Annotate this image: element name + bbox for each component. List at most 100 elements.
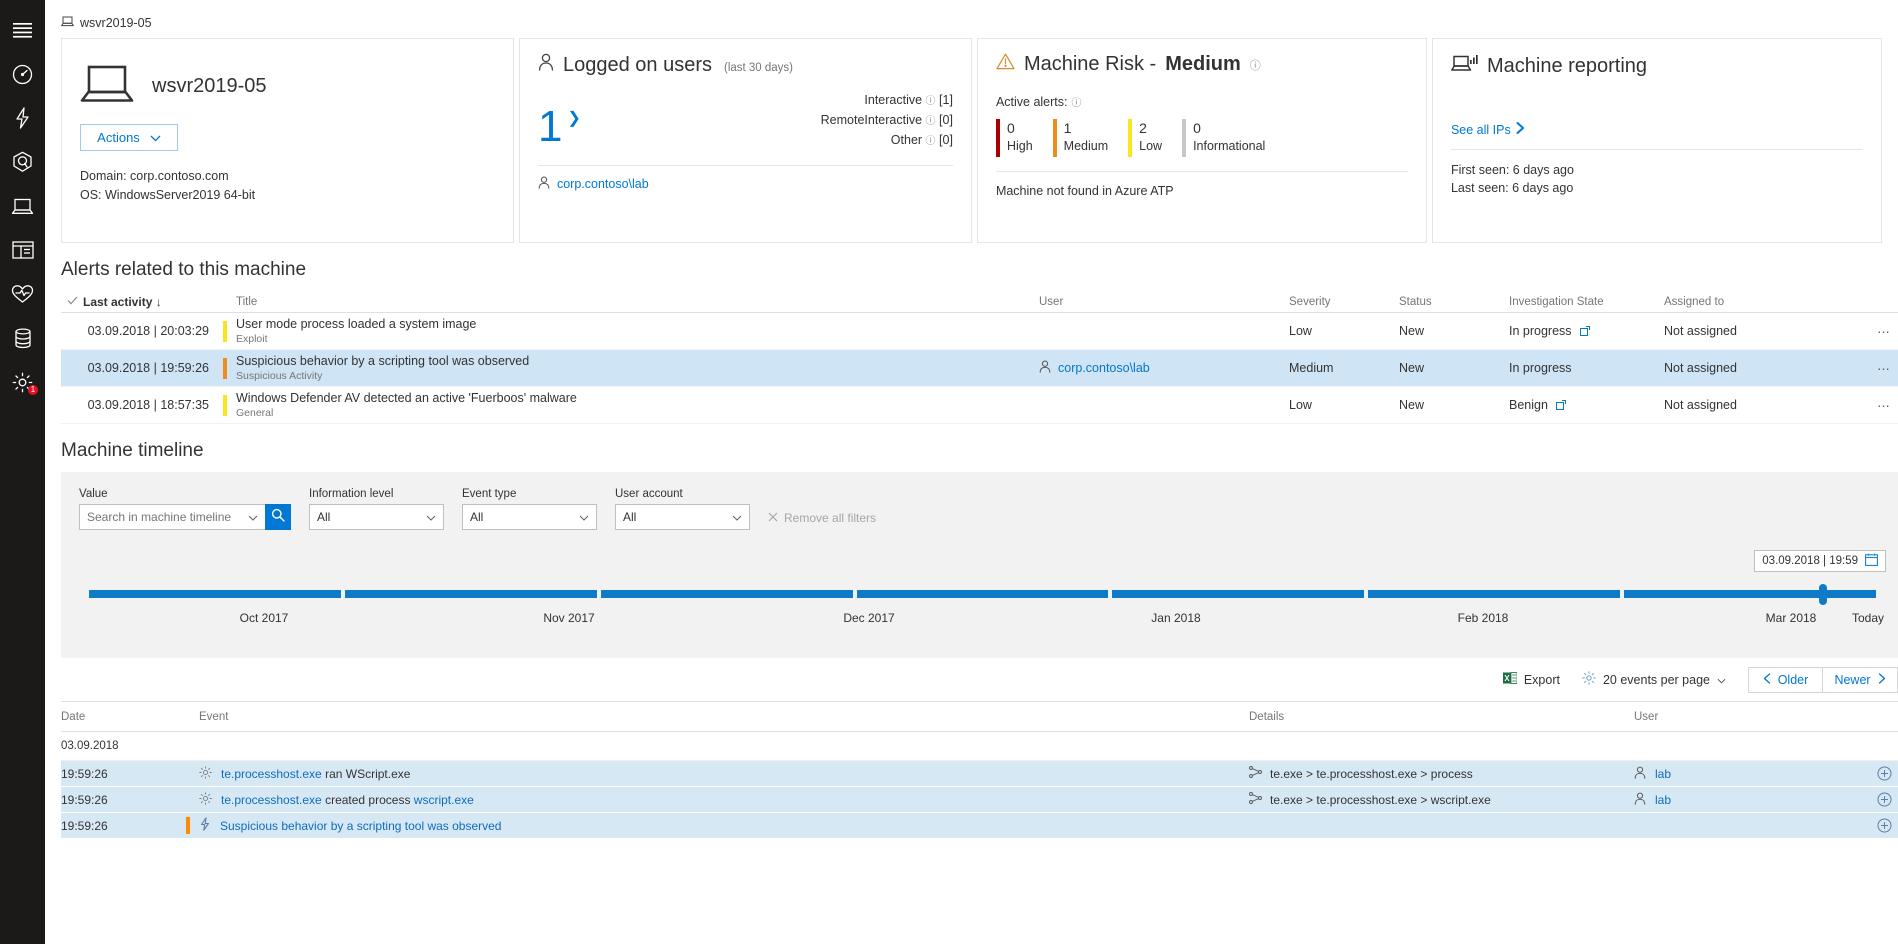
user-account-value: All bbox=[623, 510, 636, 524]
event-details-cell: te.exe > te.processhost.exe > process bbox=[1249, 766, 1634, 781]
timeline-month-label: Mar 2018 bbox=[1766, 611, 1817, 625]
export-button[interactable]: Export bbox=[1503, 671, 1560, 688]
sidebar-item-incidents[interactable] bbox=[0, 96, 45, 140]
event-row[interactable]: 19:59:26 te.processhost.exe created proc… bbox=[61, 787, 1898, 813]
event-process-link[interactable]: te.processhost.exe bbox=[221, 793, 322, 807]
left-nav-rail: 1 bbox=[0, 0, 45, 944]
event-row[interactable]: 19:59:26 Suspicious behavior by a script… bbox=[61, 813, 1898, 839]
column-user[interactable]: User bbox=[1634, 711, 1864, 723]
sidebar-item-hamburger-menu[interactable] bbox=[0, 8, 45, 52]
timeline-toolbar: Export 20 events per page bbox=[61, 658, 1898, 702]
search-input[interactable]: Search in machine timeline bbox=[79, 504, 266, 530]
alert-investigation-state[interactable]: In progress bbox=[1509, 324, 1664, 339]
column-last-activity[interactable]: Last activity ↓ bbox=[83, 295, 223, 309]
information-level-label: Information level bbox=[309, 488, 444, 500]
machine-reporting-card: Machine reporting See all IPs First seen… bbox=[1432, 38, 1882, 243]
event-target-link[interactable]: wscript.exe bbox=[414, 793, 474, 807]
timeline-slider-thumb[interactable] bbox=[1819, 584, 1827, 605]
info-icon[interactable]: ⓘ bbox=[926, 96, 936, 107]
event-time: 19:59:26 bbox=[61, 793, 186, 807]
alert-title[interactable]: Windows Defender AV detected an active '… bbox=[236, 391, 1039, 406]
row-more-actions-button[interactable]: ⋯ bbox=[1864, 324, 1898, 339]
sidebar-item-reports[interactable] bbox=[0, 228, 45, 272]
remove-all-filters-button[interactable]: Remove all filters bbox=[768, 511, 876, 530]
logged-on-users-count-wrap[interactable]: 1 ❯ bbox=[538, 87, 581, 151]
info-icon[interactable]: ⓘ bbox=[1072, 94, 1082, 109]
event-alert-link[interactable]: Suspicious behavior by a scripting tool … bbox=[220, 819, 501, 833]
alert-investigation-state[interactable]: Benign bbox=[1509, 398, 1664, 413]
table-row[interactable]: 03.09.2018 | 19:59:26 Suspicious behavio… bbox=[61, 350, 1898, 387]
event-type-filter: Event type All bbox=[462, 488, 597, 530]
event-type-select[interactable]: All bbox=[462, 504, 597, 530]
risk-bucket-informational[interactable]: 0 Informational bbox=[1182, 119, 1285, 157]
logged-on-user-link[interactable]: corp.contoso\lab bbox=[538, 176, 953, 192]
event-process-link[interactable]: te.processhost.exe bbox=[221, 767, 322, 781]
table-row[interactable]: 03.09.2018 | 18:57:35 Windows Defender A… bbox=[61, 387, 1898, 424]
search-input-placeholder: Search in machine timeline bbox=[87, 510, 231, 524]
newer-button[interactable]: Newer bbox=[1823, 667, 1898, 693]
severity-bar-low bbox=[1128, 119, 1132, 157]
timeline-month-label: Today bbox=[1852, 611, 1884, 625]
alert-title[interactable]: Suspicious behavior by a scripting tool … bbox=[236, 354, 1039, 369]
event-user-cell: lab bbox=[1634, 766, 1864, 782]
risk-bucket-high[interactable]: 0 High bbox=[996, 119, 1053, 157]
actions-button[interactable]: Actions bbox=[80, 124, 178, 151]
timeline-month-labels: Oct 2017 Nov 2017 Dec 2017 Jan 2018 Feb … bbox=[79, 611, 1886, 629]
timeline-date-chip[interactable]: 03.09.2018 | 19:59 bbox=[1754, 550, 1886, 572]
breadcrumb-label[interactable]: wsvr2019-05 bbox=[80, 16, 152, 30]
table-row[interactable]: 03.09.2018 | 20:03:29 User mode process … bbox=[61, 313, 1898, 350]
column-title[interactable]: Title bbox=[223, 296, 1039, 308]
expand-row-button[interactable] bbox=[1864, 792, 1898, 807]
info-icon[interactable]: ⓘ bbox=[926, 116, 936, 127]
user-account-select[interactable]: All bbox=[615, 504, 750, 530]
sidebar-item-machines-list[interactable] bbox=[0, 184, 45, 228]
event-user-link[interactable]: lab bbox=[1655, 793, 1671, 807]
column-assigned-to[interactable]: Assigned to bbox=[1664, 296, 1864, 308]
laptop-icon bbox=[80, 63, 134, 110]
events-table-header: Date Event Details User bbox=[61, 702, 1898, 732]
event-details-text: te.exe > te.processhost.exe > wscript.ex… bbox=[1270, 793, 1491, 807]
timeline-segment bbox=[601, 590, 853, 598]
divider bbox=[1451, 149, 1863, 150]
stat-other-value: [0] bbox=[939, 133, 953, 147]
last-seen: Last seen: 6 days ago bbox=[1451, 179, 1863, 197]
alert-status: New bbox=[1399, 361, 1509, 375]
pagination: Older Newer bbox=[1748, 667, 1898, 693]
column-event[interactable]: Event bbox=[186, 711, 1249, 723]
sidebar-item-management[interactable] bbox=[0, 316, 45, 360]
see-all-ips-link[interactable]: See all IPs bbox=[1451, 122, 1863, 137]
column-status[interactable]: Status bbox=[1399, 296, 1509, 308]
column-date[interactable]: Date bbox=[61, 711, 186, 723]
alerts-section-title: Alerts related to this machine bbox=[45, 243, 1898, 291]
expand-row-button[interactable] bbox=[1864, 818, 1898, 833]
sidebar-item-settings[interactable]: 1 bbox=[0, 360, 45, 404]
alert-last-activity: 03.09.2018 | 19:59:26 bbox=[83, 361, 223, 375]
machine-reporting-title: Machine reporting bbox=[1451, 53, 1863, 80]
sidebar-item-secure-score[interactable] bbox=[0, 272, 45, 316]
info-icon[interactable]: ⓘ bbox=[1250, 57, 1261, 73]
row-more-actions-button[interactable]: ⋯ bbox=[1864, 398, 1898, 413]
column-user[interactable]: User bbox=[1039, 296, 1289, 308]
risk-bucket-low[interactable]: 2 Low bbox=[1128, 119, 1182, 157]
older-button[interactable]: Older bbox=[1748, 667, 1823, 693]
risk-bucket-medium[interactable]: 1 Medium bbox=[1053, 119, 1128, 157]
events-per-page-selector[interactable]: 20 events per page bbox=[1582, 671, 1726, 688]
alert-title[interactable]: User mode process loaded a system image bbox=[236, 317, 1039, 332]
sidebar-item-dashboard[interactable] bbox=[0, 52, 45, 96]
expand-row-button[interactable] bbox=[1864, 766, 1898, 781]
select-all-checkbox[interactable] bbox=[61, 296, 83, 308]
search-button[interactable] bbox=[265, 504, 291, 530]
timeline-track[interactable] bbox=[89, 590, 1876, 598]
row-more-actions-button[interactable]: ⋯ bbox=[1864, 361, 1898, 376]
event-row[interactable]: 19:59:26 te.processhost.exe ran WScript.… bbox=[61, 761, 1898, 787]
timeline-slider[interactable]: 03.09.2018 | 19:59 bbox=[79, 556, 1886, 648]
column-details[interactable]: Details bbox=[1249, 711, 1634, 723]
event-user-link[interactable]: lab bbox=[1655, 767, 1671, 781]
info-icon[interactable]: ⓘ bbox=[926, 136, 936, 147]
alert-category: Exploit bbox=[236, 332, 1039, 346]
column-severity[interactable]: Severity bbox=[1289, 296, 1399, 308]
alert-user-cell[interactable]: corp.contoso\lab bbox=[1039, 360, 1289, 376]
column-investigation-state[interactable]: Investigation State bbox=[1509, 296, 1664, 308]
information-level-select[interactable]: All bbox=[309, 504, 444, 530]
sidebar-item-alerts-queue[interactable] bbox=[0, 140, 45, 184]
